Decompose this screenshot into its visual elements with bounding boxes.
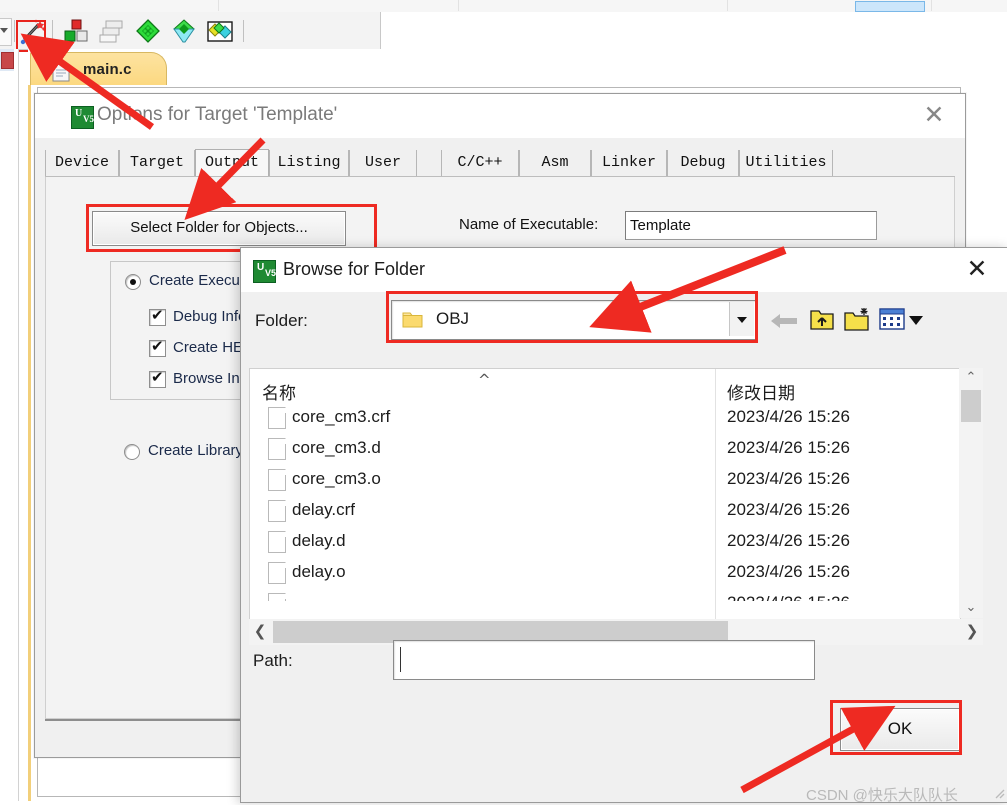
file-date: 2023/4/26 15:26 (727, 593, 850, 601)
table-row[interactable]: core_cm3.d 2023/4/26 15:26 (250, 434, 960, 465)
folder-combobox-highlight-box (386, 291, 758, 343)
tab-listing[interactable]: Listing (269, 150, 349, 176)
tab-asm[interactable]: Asm (519, 150, 591, 176)
table-row[interactable]: delay.crf 2023/4/26 15:26 (250, 496, 960, 527)
manage-project-items-icon[interactable] (62, 17, 90, 45)
browse-dialog-titlebar: U V5 Browse for Folder ✕ (241, 248, 1007, 292)
up-one-level-icon[interactable] (809, 306, 835, 332)
scroll-left-icon[interactable]: ❮ (249, 619, 271, 645)
file-date: 2023/4/26 15:26 (727, 500, 850, 519)
radio-selected-icon (125, 274, 141, 290)
file-icon (268, 593, 286, 601)
close-icon[interactable]: ✕ (960, 256, 994, 284)
file-icon (268, 562, 286, 584)
close-icon[interactable]: ✕ (917, 102, 951, 130)
scroll-up-icon[interactable]: ⌃ (959, 368, 983, 388)
target-select-dropdown[interactable] (0, 18, 12, 46)
scroll-right-icon[interactable]: ❯ (961, 619, 983, 645)
new-folder-icon[interactable] (843, 306, 871, 332)
checkbox-checked-icon (149, 337, 166, 357)
tab-debug[interactable]: Debug (667, 150, 739, 176)
sort-ascending-icon: ^ (478, 371, 491, 389)
tab-linker[interactable]: Linker (591, 150, 667, 176)
tab-c-cpp[interactable]: C/C++ (441, 150, 519, 176)
options-dialog-title: Options for Target 'Template' (97, 104, 338, 125)
ide-toolbar-empty-area (380, 12, 1007, 49)
options-tab-bar: Device Target Output Listing User C/C++ … (45, 149, 955, 177)
ok-button-highlight-box (830, 700, 962, 755)
project-panel-icon[interactable] (1, 52, 14, 69)
keil-uvision-logo-icon: U V5 (71, 106, 94, 129)
text-cursor (400, 647, 401, 672)
file-date: 2023/4/26 15:26 (727, 562, 850, 581)
editor-tab-main-c[interactable]: main.c (30, 52, 167, 86)
file-name: delay.crf (292, 500, 355, 519)
file-icon (268, 438, 286, 460)
view-mode-dropdown-icon[interactable] (909, 316, 923, 325)
manage-multi-project-icon[interactable] (98, 17, 126, 45)
pack-installer-icon[interactable] (206, 17, 234, 45)
table-row-partial[interactable]: 2023/4/26 15:26 (250, 589, 960, 601)
tab-device[interactable]: Device (45, 150, 119, 176)
options-dialog-titlebar: U V5 Options for Target 'Template' ✕ (35, 94, 965, 138)
file-icon (268, 407, 286, 429)
path-label: Path: (253, 651, 293, 670)
file-name: core_cm3.d (292, 438, 381, 457)
back-arrow-icon[interactable] (771, 312, 799, 330)
screen-root: main.c U V5 Options for Target 'Template'… (0, 0, 1007, 804)
tab-user[interactable]: User (349, 150, 417, 176)
browse-dialog-title: Browse for Folder (283, 259, 426, 279)
tab-target[interactable]: Target (119, 150, 195, 176)
file-list-vertical-scrollbar[interactable]: ⌃ ⌄ (959, 368, 983, 618)
file-icon (268, 500, 286, 522)
file-date: 2023/4/26 15:26 (727, 531, 850, 550)
file-date: 2023/4/26 15:26 (727, 469, 850, 488)
scroll-down-icon[interactable]: ⌄ (959, 598, 983, 618)
name-of-executable-input[interactable]: Template (625, 211, 877, 240)
checkbox-checked-icon (149, 368, 166, 388)
folder-label: Folder: (255, 311, 308, 330)
file-name: core_cm3.o (292, 469, 381, 488)
scrollbar-thumb[interactable] (961, 390, 981, 422)
file-name: delay.d (292, 531, 346, 550)
ide-toolbar (0, 12, 381, 52)
radio-unselected-icon (124, 444, 140, 460)
file-icon (268, 469, 286, 491)
view-mode-icon[interactable] (879, 308, 905, 330)
tab-utilities[interactable]: Utilities (739, 150, 833, 176)
name-of-executable-label: Name of Executable: (459, 216, 599, 233)
target-options-focus-highlight (16, 20, 46, 52)
tab-output[interactable]: Output (195, 149, 269, 177)
column-header-name[interactable]: 名称 (262, 379, 296, 404)
table-row[interactable]: delay.o 2023/4/26 15:26 (250, 558, 960, 589)
file-icon (268, 531, 286, 553)
path-input[interactable] (393, 640, 815, 680)
select-folder-highlight-box (86, 204, 377, 252)
file-name: delay.o (292, 562, 346, 581)
editor-tab-strip (28, 49, 963, 86)
table-row[interactable]: core_cm3.crf 2023/4/26 15:26 (250, 403, 960, 434)
file-list-pane[interactable]: ^ 名称 修改日期 core_cm3.crf 2023/4/26 15:26 c… (249, 368, 961, 620)
table-row[interactable]: delay.d 2023/4/26 15:26 (250, 527, 960, 558)
checkbox-checked-icon (149, 306, 166, 326)
editor-tab-label: main.c (83, 61, 132, 78)
c-source-file-icon (51, 60, 71, 82)
watermark-text: CSDN @快乐大队队长 (806, 787, 958, 804)
file-date: 2023/4/26 15:26 (727, 407, 850, 426)
table-row[interactable]: core_cm3.o 2023/4/26 15:26 (250, 465, 960, 496)
configuration-wizard-green-icon[interactable] (134, 17, 162, 45)
column-header-date[interactable]: 修改日期 (727, 379, 795, 404)
project-panel-edge (0, 49, 19, 801)
keil-uvision-logo-icon: U V5 (253, 260, 276, 283)
resize-grip-icon[interactable] (991, 785, 1005, 799)
file-date: 2023/4/26 15:26 (727, 438, 850, 457)
file-name: core_cm3.crf (292, 407, 391, 426)
filter-icon[interactable] (170, 17, 198, 45)
